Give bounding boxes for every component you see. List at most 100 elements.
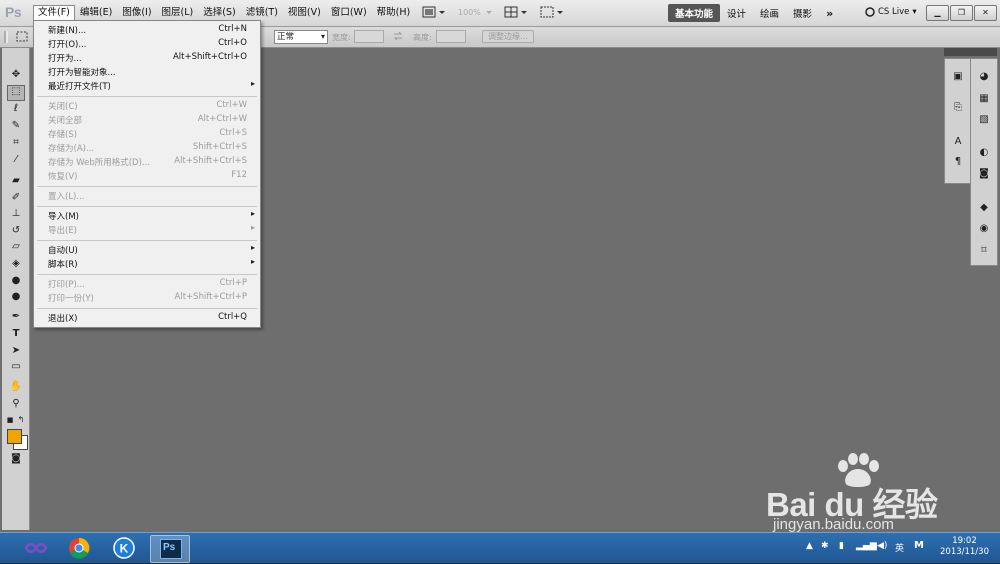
file-menu-item[interactable]: 导入(M) ▸: [34, 209, 260, 223]
masks-icon[interactable]: ◙: [977, 168, 991, 180]
file-menu-item[interactable]: 退出(X) Ctrl+Q: [34, 312, 260, 325]
minimize-icon[interactable]: ▁: [926, 5, 949, 21]
taskbar-app-photoshop[interactable]: Ps: [150, 535, 190, 563]
ime-language[interactable]: 英: [895, 541, 904, 554]
type-tool-icon[interactable]: T: [9, 328, 23, 340]
bluetooth-icon[interactable]: ✱: [821, 541, 829, 551]
paragraph-icon[interactable]: ¶: [951, 156, 965, 168]
history-icon[interactable]: ⎘: [951, 102, 965, 114]
path-selection-tool-icon[interactable]: ➤: [9, 345, 23, 357]
extras-icon[interactable]: [540, 6, 564, 18]
swap-colors-icon[interactable]: ↰: [16, 414, 26, 426]
taskbar-app-kugou[interactable]: K: [105, 535, 143, 561]
menu-item-shortcut: Alt+Shift+Ctrl+S: [174, 156, 247, 166]
tray-app-icon[interactable]: ▮: [839, 541, 844, 551]
spot-healing-brush-icon[interactable]: ▰: [9, 175, 23, 187]
brush-tool-icon[interactable]: ✐: [9, 192, 23, 204]
pen-tool-icon[interactable]: ✒: [9, 311, 23, 323]
workspace-design[interactable]: 设计: [720, 4, 753, 22]
layers-icon[interactable]: ◆: [977, 202, 991, 214]
adjustments-icon[interactable]: ◐: [977, 147, 991, 159]
menu-item-label: 导出(E): [48, 226, 78, 236]
clock-time: 19:02: [952, 536, 977, 546]
blur-tool-icon[interactable]: ●: [9, 275, 23, 287]
workspace-essentials[interactable]: 基本功能: [668, 4, 721, 22]
file-menu-item[interactable]: 打开为智能对象...: [34, 66, 260, 79]
zoom-dropdown-arrow-icon[interactable]: [484, 6, 494, 18]
eyedropper-tool-icon[interactable]: ⁄: [9, 154, 23, 166]
styles-icon[interactable]: ▧: [977, 114, 991, 126]
menu-item-label: 自动(U): [48, 246, 78, 256]
restore-icon[interactable]: ❐: [950, 5, 973, 21]
move-tool-icon[interactable]: ✥: [9, 69, 23, 81]
network-signal-icon[interactable]: ▂▄▆: [856, 541, 877, 551]
menu-item-label: 置入(L)...: [48, 192, 85, 202]
menu-window[interactable]: 窗口(W): [326, 5, 372, 21]
file-menu-item[interactable]: 打开为... Alt+Shift+Ctrl+O: [34, 52, 260, 65]
channels-icon[interactable]: ◉: [977, 223, 991, 235]
dodge-tool-icon[interactable]: ●: [9, 291, 23, 303]
window-controls: ▁ ❐ ✕: [926, 5, 997, 21]
zoom-level[interactable]: 100%: [458, 8, 481, 17]
menu-layer[interactable]: 图层(L): [157, 5, 199, 21]
refine-edge-button[interactable]: 调整边缘...: [482, 30, 534, 43]
paint-bucket-tool-icon[interactable]: ◈: [9, 258, 23, 270]
lasso-tool-icon[interactable]: ℓ: [9, 103, 23, 115]
file-menu-item: 恢复(V) F12: [34, 170, 260, 183]
swatches-icon[interactable]: ▦: [977, 93, 991, 105]
system-clock[interactable]: 19:02 2013/11/30: [940, 536, 989, 558]
taskbar-app-infinity[interactable]: [17, 535, 55, 561]
quick-mask-icon[interactable]: ◙: [9, 453, 23, 465]
menu-item-label: 退出(X): [48, 314, 78, 324]
file-menu-item[interactable]: 脚本(R) ▸: [34, 257, 260, 271]
menu-filter[interactable]: 滤镜(T): [241, 5, 283, 21]
width-field[interactable]: [354, 30, 384, 43]
crop-tool-icon[interactable]: ⌗: [9, 137, 23, 149]
zoom-tool-icon[interactable]: ⚲: [9, 398, 23, 410]
cs-live-button[interactable]: CS Live ▾: [865, 7, 917, 17]
menu-item-label: 关闭(C): [48, 102, 78, 112]
menu-image[interactable]: 图像(I): [117, 5, 156, 21]
ime-mode[interactable]: M: [914, 540, 924, 551]
mini-bridge-icon[interactable]: ▣: [951, 71, 965, 83]
menu-item-label: 打开(O)...: [48, 40, 87, 50]
screen-mode-icon[interactable]: [422, 6, 446, 18]
workspace-painting[interactable]: 绘画: [753, 4, 786, 22]
style-select[interactable]: 正常: [274, 30, 328, 44]
workspace-photography[interactable]: 摄影: [786, 4, 819, 22]
menu-help[interactable]: 帮助(H): [372, 5, 416, 21]
rectangular-marquee-tool-icon[interactable]: ⬚: [7, 85, 25, 101]
foreground-color-swatch[interactable]: [7, 429, 22, 444]
file-menu-item[interactable]: 打开(O)... Ctrl+O: [34, 38, 260, 51]
clone-stamp-tool-icon[interactable]: ⊥: [9, 208, 23, 220]
workspace-more-button[interactable]: »: [819, 5, 840, 22]
menu-edit[interactable]: 编辑(E): [75, 5, 117, 21]
menu-view[interactable]: 视图(V): [283, 5, 326, 21]
character-icon[interactable]: A: [951, 136, 965, 148]
menu-select[interactable]: 选择(S): [198, 5, 240, 21]
file-menu-item[interactable]: 自动(U) ▸: [34, 243, 260, 257]
menu-file[interactable]: 文件(F): [33, 5, 75, 21]
hand-tool-icon[interactable]: ✋: [9, 381, 23, 393]
volume-icon[interactable]: ◀): [877, 541, 887, 551]
show-hidden-icons-icon[interactable]: ▲: [806, 541, 813, 551]
color-icon[interactable]: ◕: [977, 71, 991, 83]
rectangular-marquee-preset-icon[interactable]: [15, 30, 29, 43]
submenu-arrow-icon: ▸: [250, 257, 255, 266]
swap-dimensions-icon[interactable]: [393, 31, 403, 41]
eraser-tool-icon[interactable]: ▱: [9, 241, 23, 253]
arrange-documents-icon[interactable]: [504, 6, 528, 18]
file-menu-item[interactable]: 最近打开文件(T) ▸: [34, 79, 260, 93]
default-colors-icon[interactable]: ■: [5, 414, 15, 426]
close-icon[interactable]: ✕: [974, 5, 997, 21]
quick-selection-tool-icon[interactable]: ✎: [9, 120, 23, 132]
paths-icon[interactable]: ⌑: [977, 245, 991, 257]
chevron-down-icon: ▾: [912, 7, 917, 17]
height-field[interactable]: [436, 30, 466, 43]
panel-dock-header[interactable]: [944, 48, 997, 56]
file-menu-item[interactable]: 新建(N)... Ctrl+N: [34, 24, 260, 37]
taskbar-app-chrome[interactable]: [60, 535, 98, 561]
rectangle-tool-icon[interactable]: ▭: [9, 361, 23, 373]
file-menu-item: 导出(E) ▸: [34, 223, 260, 237]
history-brush-tool-icon[interactable]: ↺: [9, 225, 23, 237]
